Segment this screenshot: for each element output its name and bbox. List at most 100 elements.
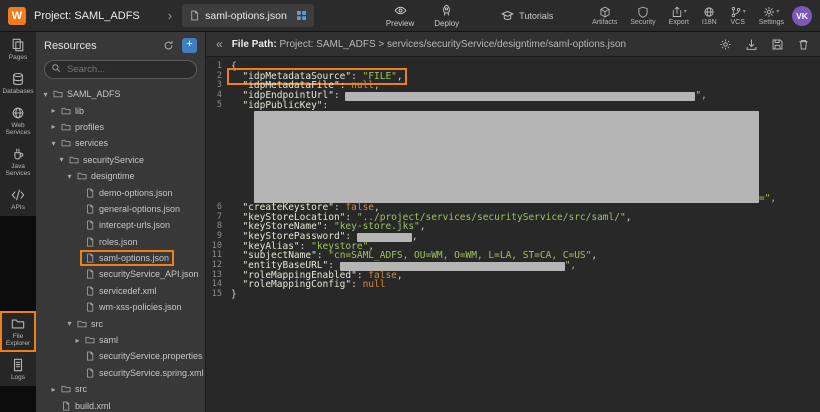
tree-item-src[interactable]: ▸src	[36, 381, 205, 397]
tutorials-label: Tutorials	[519, 11, 553, 21]
activity-item-pages[interactable]: Pages	[0, 32, 36, 66]
tree-item-intercept-urls-json[interactable]: intercept-urls.json	[36, 217, 205, 233]
tree-item-label: saml-options.json	[99, 253, 169, 263]
tutorials-button[interactable]: Tutorials	[501, 9, 553, 22]
folder-icon	[85, 335, 95, 345]
tree-item-src[interactable]: ▾ src	[36, 315, 205, 331]
collapse-panel-icon[interactable]: «	[216, 37, 223, 51]
code-line-5[interactable]: 5 "idpPublicKey":	[206, 101, 820, 111]
file-icon	[85, 302, 95, 312]
tree-item-body: general-options.json	[82, 203, 183, 215]
tree-item-roles-json[interactable]: roles.json	[36, 234, 205, 250]
add-resource-button[interactable]: +	[182, 38, 197, 53]
line-number: 9	[206, 232, 231, 242]
file-tab[interactable]: saml-options.json	[182, 4, 314, 27]
tree-item-wm-xss-policies-json[interactable]: wm-xss-policies.json	[36, 299, 205, 315]
resources-header: Resources +	[36, 32, 205, 57]
project-label: Project: SAML_ADFS	[34, 10, 140, 22]
tree-item-securityservice[interactable]: ▾securityService	[36, 152, 205, 168]
activity-item-java-services[interactable]: Java Services	[0, 141, 36, 182]
tree-item-designtime[interactable]: ▾designtime	[36, 168, 205, 184]
code-line-content: "idpEndpointUrl": ",	[231, 91, 707, 101]
grid-apps-icon[interactable]	[296, 10, 307, 21]
activity-item-file-explorer[interactable]: File Explorer	[0, 311, 36, 352]
file-icon	[85, 237, 95, 247]
tree-item-general-options-json[interactable]: general-options.json	[36, 201, 205, 217]
tree-item-label: intercept-urls.json	[99, 220, 170, 230]
tree-item-label: src	[75, 384, 87, 394]
tree-item-label: build.xml	[75, 401, 111, 411]
tree-item-label: profiles	[75, 122, 104, 132]
activity-item-label: Java Services	[1, 163, 35, 177]
refresh-icon[interactable]	[163, 40, 174, 51]
topbar-utilities: Artifacts Security ▾ Export I18N ▾VCS ▾Setting…	[592, 6, 784, 26]
preview-button[interactable]: Preview	[386, 4, 414, 28]
search-input[interactable]	[44, 60, 197, 79]
tree-item-services[interactable]: ▾services	[36, 135, 205, 151]
tree-item-body: profiles	[58, 121, 107, 133]
topbar-item-artifacts[interactable]: Artifacts	[592, 6, 617, 26]
chevron-right-icon[interactable]: ›	[168, 8, 172, 23]
code-line-15[interactable]: 15}	[206, 290, 820, 300]
tree-item-label: securityService	[83, 155, 144, 165]
activity-item-databases[interactable]: Databases	[0, 66, 36, 100]
tree-item-body: src	[58, 383, 90, 395]
tree-item-build-xml[interactable]: build.xml	[36, 397, 205, 412]
topbar-item-settings[interactable]: ▾Settings	[759, 6, 784, 26]
tree-item-saml-adfs[interactable]: ▾SAML_ADFS	[36, 86, 205, 102]
activity-item-web-services[interactable]: Web Services	[0, 100, 36, 141]
code-line-14[interactable]: 14 "roleMappingConfig": null	[206, 280, 820, 290]
topbar-item-label: Export	[669, 19, 689, 26]
tree-item-securityservice-spring-xml[interactable]: securityService.spring.xml	[36, 365, 205, 381]
folder-icon	[11, 317, 25, 331]
topbar-item-vcs[interactable]: ▾VCS	[730, 6, 746, 26]
file-icon	[85, 351, 95, 361]
download-icon[interactable]	[745, 38, 758, 51]
java-icon	[11, 147, 25, 161]
tree-item-demo-options-json[interactable]: demo-options.json	[36, 184, 205, 200]
line-number: 12	[206, 261, 231, 271]
code-editor[interactable]: 1{2 "idpMetadataSource": "FILE",3 "idpMe…	[206, 57, 820, 412]
pages-icon	[11, 38, 25, 52]
code-line-redacted-block[interactable]: =",	[206, 110, 820, 203]
web-icon	[11, 106, 25, 120]
activity-item-apis[interactable]: APIs	[0, 182, 36, 216]
code-line-9[interactable]: 9 "keyStorePassword": ,	[206, 232, 820, 242]
code-line-content: "entityBaseURL": ",	[231, 261, 576, 271]
tree-item-servicedef-xml[interactable]: servicedef.xml	[36, 283, 205, 299]
tree-item-saml-options-json[interactable]: saml-options.json	[36, 250, 205, 266]
save-icon[interactable]	[771, 38, 784, 51]
file-icon	[85, 269, 95, 279]
rocket-icon	[440, 4, 453, 17]
tree-item-securityservice-api-json[interactable]: securityService_API.json	[36, 266, 205, 282]
tree-item-saml[interactable]: ▸saml	[36, 332, 205, 348]
code-line-4[interactable]: 4 "idpEndpointUrl": ",	[206, 91, 820, 101]
user-avatar[interactable]: VK	[792, 6, 812, 26]
folder-icon	[61, 122, 71, 132]
activity-bar-bottom-pad	[0, 386, 36, 412]
tree-item-lib[interactable]: ▸lib	[36, 102, 205, 118]
wavemaker-logo-icon: W	[8, 7, 26, 25]
app-window: W Project: SAML_ADFS › saml-options.json…	[0, 0, 820, 412]
redacted-value	[345, 92, 695, 101]
tree-item-label: securityService_API.json	[99, 269, 199, 279]
tree-item-label: src	[91, 319, 103, 329]
file-icon	[85, 188, 95, 198]
trash-icon[interactable]	[797, 38, 810, 51]
folder-icon	[61, 106, 71, 116]
activity-item-logs[interactable]: Logs	[0, 352, 36, 386]
topbar-item-export[interactable]: ▾ Export	[669, 6, 689, 26]
caret-down-icon: ▾	[684, 8, 687, 15]
deploy-button[interactable]: Deploy	[434, 4, 459, 28]
tree-item-body: intercept-urls.json	[82, 219, 173, 231]
topbar-item-i18n[interactable]: I18N	[702, 6, 717, 26]
code-line-12[interactable]: 12 "entityBaseURL": ",	[206, 261, 820, 271]
activity-item-label: Web Services	[1, 122, 35, 136]
file-icon	[61, 401, 71, 411]
caret-down-icon: ▾	[65, 319, 74, 328]
tree-item-profiles[interactable]: ▸profiles	[36, 119, 205, 135]
tree-item-securityservice-properties[interactable]: securityService.properties	[36, 348, 205, 364]
settings-gear-icon[interactable]	[719, 38, 732, 51]
topbar-item-label: VCS	[730, 19, 744, 26]
topbar-item-security[interactable]: Security	[630, 6, 655, 26]
